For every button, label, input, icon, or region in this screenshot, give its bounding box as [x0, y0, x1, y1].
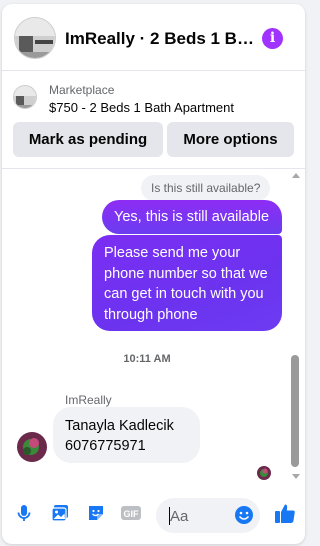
- sticker-icon[interactable]: [86, 503, 106, 523]
- listing-avatar[interactable]: [14, 17, 56, 59]
- thumbs-up-icon[interactable]: [274, 502, 296, 524]
- sent-message[interactable]: Please send me your phone number so that…: [92, 235, 282, 331]
- info-icon[interactable]: i: [262, 28, 283, 49]
- message-scrollbar[interactable]: [289, 169, 301, 487]
- marketplace-label: Marketplace: [49, 83, 115, 97]
- microphone-icon[interactable]: [14, 503, 34, 523]
- chat-window: ImReally · 2 Beds 1 Bath Apartment i Mar…: [2, 4, 305, 544]
- received-line: Tanayla Kadlecik: [65, 418, 174, 434]
- listing-title[interactable]: $750 - 2 Beds 1 Bath Apartment: [49, 100, 234, 115]
- listing-thumbnail[interactable]: [13, 85, 37, 109]
- chat-header: ImReally · 2 Beds 1 Bath Apartment i: [2, 4, 305, 71]
- message-timestamp: 10:11 AM: [123, 353, 171, 365]
- gif-icon[interactable]: GIF: [120, 503, 141, 523]
- message-input[interactable]: Aa: [156, 498, 260, 533]
- sender-name: ImReally: [65, 393, 112, 407]
- received-line: 6076775971: [65, 438, 146, 454]
- message-input-placeholder: Aa: [170, 508, 189, 525]
- sender-avatar[interactable]: [17, 432, 47, 462]
- mark-as-pending-button[interactable]: Mark as pending: [13, 122, 163, 157]
- message-composer: GIF Aa: [2, 487, 305, 544]
- scroll-thumb[interactable]: [291, 355, 299, 467]
- quoted-message: Is this still available?: [141, 175, 271, 201]
- marketplace-banner: Marketplace $750 - 2 Beds 1 Bath Apartme…: [2, 71, 305, 169]
- emoji-icon[interactable]: [234, 505, 254, 525]
- sent-message[interactable]: Yes, this is still available: [102, 200, 282, 234]
- svg-text:GIF: GIF: [124, 509, 140, 519]
- message-list: Is this still available? Yes, this is st…: [2, 169, 305, 487]
- chat-title[interactable]: ImReally · 2 Beds 1 Bath Apartment: [65, 29, 255, 49]
- seen-receipt-avatar: [257, 466, 271, 480]
- photo-icon[interactable]: [50, 503, 70, 523]
- scroll-down-arrow-icon[interactable]: [292, 474, 300, 479]
- more-options-button[interactable]: More options: [167, 122, 294, 157]
- scroll-up-arrow-icon[interactable]: [292, 173, 300, 178]
- received-message[interactable]: Tanayla Kadlecik 6076775971: [53, 407, 200, 463]
